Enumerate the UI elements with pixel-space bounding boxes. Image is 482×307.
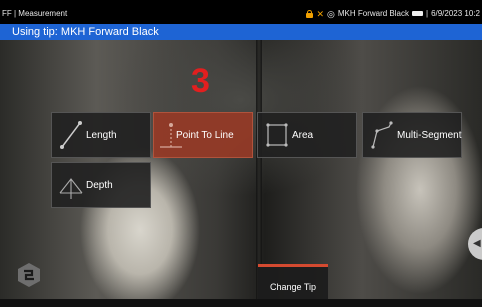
depth-label: Depth [86,180,113,191]
length-icon [60,121,82,149]
point-to-line-button[interactable]: Point To Line [153,112,253,158]
depth-icon [59,178,83,199]
multi-segment-button[interactable]: Multi-Segment [362,112,462,158]
stereo-divider [256,40,262,299]
length-button[interactable]: Length [51,112,151,158]
brand-logo-icon [18,263,40,287]
battery-icon [411,11,423,16]
light-icon: ◎ [327,8,335,19]
depth-button[interactable]: Depth [51,162,151,208]
probe-name: MKH Forward Black [337,9,409,18]
date-time: 6/9/2023 10:2 [431,9,480,18]
length-label: Length [86,130,117,141]
lock-icon [306,10,314,18]
status-indicators: ✕ ◎ MKH Forward Black | 6/9/2023 10:2 [306,9,480,18]
point-to-line-label: Point To Line [176,130,234,141]
multi-segment-icon [371,121,393,149]
area-label: Area [292,130,314,141]
countdown-number: 3 [191,62,210,100]
area-button[interactable]: Area [257,112,357,158]
change-tip-button[interactable]: Change Tip [258,264,328,299]
arrow-left-icon: ◀ [473,238,481,249]
status-bar: FF | Measurement ✕ ◎ MKH Forward Black |… [0,0,482,24]
tip-banner: Using tip: MKH Forward Black [0,24,482,40]
separator: | [425,9,429,18]
probe-icon: ✕ [316,8,324,19]
mode-title: FF | Measurement [2,9,68,18]
area-icon [266,123,288,147]
multi-segment-label: Multi-Segment [397,130,462,141]
